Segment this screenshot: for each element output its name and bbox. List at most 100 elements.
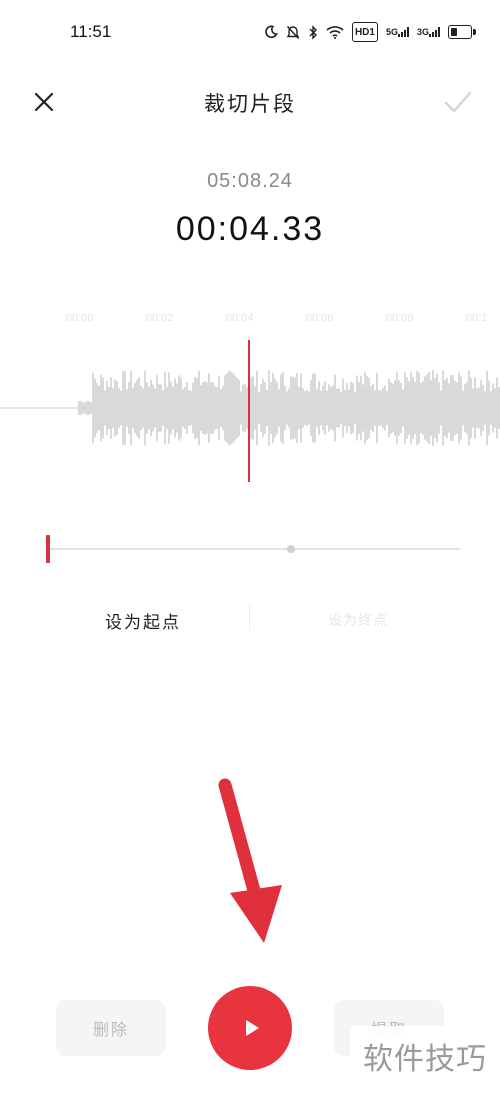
waveform-bar <box>408 381 410 435</box>
waveform-bar <box>244 384 246 432</box>
waveform-bar <box>86 401 88 415</box>
waveform-bar <box>230 371 232 445</box>
tick-label: 00:06 <box>306 312 334 324</box>
waveform-bar <box>368 377 370 439</box>
annotation-arrow-icon <box>218 778 282 943</box>
waveform-bar <box>428 371 430 445</box>
scrubber-thumb[interactable] <box>287 545 295 553</box>
waveform-bar <box>364 371 366 445</box>
waveform-bar <box>208 373 210 443</box>
wifi-icon <box>326 23 344 41</box>
waveform-bar <box>166 386 168 430</box>
waveform-bar <box>420 382 422 434</box>
waveform-bar <box>170 381 172 435</box>
waveform-bar <box>126 389 128 427</box>
status-icons: HD1 5G 3G <box>264 22 476 42</box>
waveform-bar <box>218 375 220 441</box>
waveform-bar <box>456 382 458 434</box>
waveform-bar <box>348 389 350 427</box>
waveform-bar <box>468 370 470 446</box>
delete-button[interactable]: 删除 <box>56 1000 166 1056</box>
waveform-bar <box>128 382 130 434</box>
waveform-bar <box>108 386 110 430</box>
waveform-bar <box>254 386 256 430</box>
playhead[interactable] <box>248 340 250 482</box>
confirm-button[interactable] <box>442 88 474 116</box>
waveform-bar <box>204 381 206 435</box>
waveform-bar <box>494 387 496 429</box>
waveform-bar <box>94 379 96 437</box>
waveform-bar <box>274 379 276 437</box>
waveform-bar <box>160 384 162 432</box>
scrubber-track[interactable] <box>48 548 460 550</box>
waveform-bar <box>350 381 352 435</box>
start-marker[interactable] <box>46 535 50 563</box>
waveform-bar <box>446 377 448 439</box>
waveform-bar <box>412 377 414 439</box>
waveform-bar <box>424 376 426 440</box>
waveform-bar <box>118 388 120 428</box>
signal-bars-icon <box>429 27 440 37</box>
waveform-bar <box>320 390 322 426</box>
waveform-bar <box>272 372 274 444</box>
waveform-bar <box>282 372 284 444</box>
waveform-bar <box>198 370 200 446</box>
set-start-button[interactable]: 设为起点 <box>105 608 181 633</box>
waveform-bar <box>104 390 106 426</box>
waveform-bar <box>382 387 384 429</box>
waveform-bar <box>496 377 498 439</box>
waveform-bar <box>436 373 438 443</box>
waveform-bar <box>316 388 318 428</box>
waveform-bar <box>124 370 126 446</box>
waveform-bar <box>458 372 460 444</box>
waveform-bar <box>452 374 454 442</box>
waveform-bar <box>384 385 386 431</box>
waveform-bar <box>210 382 212 434</box>
waveform-bar <box>294 377 296 439</box>
waveform-bar <box>270 381 272 435</box>
waveform-bar <box>338 388 340 428</box>
tick-label: 00:02 <box>146 312 174 324</box>
waveform-bar <box>88 400 90 416</box>
waveform-bar <box>486 370 488 446</box>
waveform-bar <box>190 390 192 426</box>
waveform-bar <box>330 386 332 430</box>
waveform-bar <box>400 382 402 434</box>
waveform-bar <box>380 390 382 426</box>
status-time: 11:51 <box>70 22 112 41</box>
audio-waveform[interactable] <box>0 350 500 470</box>
waveform-bar <box>418 372 420 444</box>
play-icon <box>245 1020 259 1036</box>
waveform-bar <box>158 384 160 432</box>
waveform-bar <box>448 383 450 433</box>
waveform-bar <box>280 374 282 442</box>
waveform-bar <box>84 402 86 414</box>
hd-badge: HD1 <box>351 22 378 42</box>
bluetooth-icon <box>308 23 318 41</box>
waveform-bar <box>146 382 148 434</box>
net-label-5g: 5G <box>385 26 398 37</box>
waveform-bar <box>206 382 208 434</box>
waveform-bar <box>352 382 354 434</box>
waveform-bar <box>178 375 180 441</box>
waveform-bar <box>322 385 324 431</box>
waveform-bar <box>154 388 156 428</box>
waveform-bar <box>164 371 166 445</box>
waveform-bar <box>440 390 442 426</box>
waveform-bar <box>490 391 492 425</box>
waveform-bar <box>374 390 376 426</box>
waveform-bar <box>426 374 428 442</box>
waveform-bar <box>422 381 424 435</box>
waveform-bar <box>392 383 394 433</box>
waveform-bar <box>318 381 320 435</box>
waveform-bar <box>414 381 416 435</box>
waveform-bar <box>106 381 108 435</box>
waveform-bar <box>240 391 242 425</box>
waveform-bar <box>238 379 240 437</box>
waveform-bar <box>156 374 158 442</box>
waveform-bar <box>360 375 362 441</box>
waveform-bar <box>226 373 228 443</box>
waveform-bar <box>404 372 406 444</box>
play-button[interactable] <box>208 986 292 1070</box>
set-end-button[interactable]: 设为终点 <box>328 610 388 630</box>
